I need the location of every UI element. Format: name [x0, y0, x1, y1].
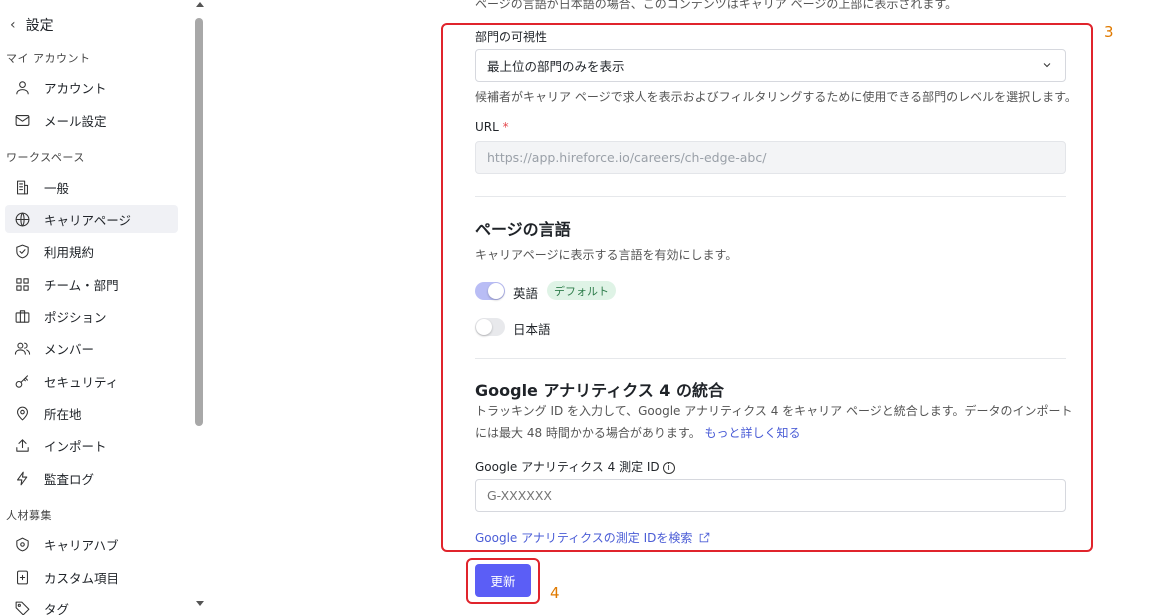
sidebar-item-label: セキュリティ [44, 374, 119, 390]
page-language-description: キャリアページに表示する言語を有効にします。 [475, 248, 738, 262]
sidebar-item-label: キャリアページ [44, 212, 132, 228]
user-icon [14, 79, 31, 96]
external-link-icon [700, 532, 710, 543]
building-icon [14, 179, 31, 196]
ga4-title: Google アナリティクス 4 の統合 [475, 381, 724, 400]
top-content-note: ページの言語が日本語の場合、このコンテンツはキャリア ページの上部に表示されます… [475, 0, 958, 11]
sidebar-item-security[interactable]: セキュリティ [5, 367, 178, 395]
sidebar-scrollbar[interactable] [193, 0, 207, 615]
sidebar-item-locations[interactable]: 所在地 [5, 399, 178, 427]
ga4-search-link[interactable]: Google アナリティクスの測定 IDを検索 [475, 529, 711, 546]
back-to-settings[interactable]: ‹ 設定 [10, 15, 54, 35]
ga4-search-link-text: Google アナリティクスの測定 IDを検索 [475, 531, 693, 545]
toggle-knob [476, 319, 492, 335]
chevron-down-icon [1043, 63, 1051, 68]
scroll-up-arrow-icon[interactable] [196, 2, 204, 7]
department-visibility-value: 最上位の部門のみを表示 [487, 59, 625, 74]
hub-icon [14, 536, 31, 553]
shield-check-icon [14, 243, 31, 260]
default-badge: デフォルト [547, 281, 616, 300]
upload-icon [14, 437, 31, 454]
page-language-title: ページの言語 [475, 220, 571, 239]
grid-icon [14, 276, 31, 293]
sidebar-item-audit-log[interactable]: 監査ログ [5, 464, 178, 492]
scrollbar-thumb[interactable] [195, 18, 203, 426]
sidebar-item-label: 一般 [44, 180, 70, 196]
career-url-field[interactable]: https://app.hireforce.io/careers/ch-edge… [475, 141, 1066, 174]
scroll-down-arrow-icon[interactable] [196, 601, 204, 606]
sidebar-item-label: 所在地 [44, 406, 82, 422]
globe-icon [14, 211, 31, 228]
sidebar-item-label: ポジション [44, 309, 107, 325]
sidebar-item-custom-fields[interactable]: カスタム項目 [5, 563, 178, 591]
sidebar-item-positions[interactable]: ポジション [5, 302, 178, 330]
users-icon [14, 340, 31, 357]
sidebar-item-label: アカウント [44, 80, 107, 96]
section-recruiting: 人材募集 [6, 509, 52, 522]
ga4-field-label-text: Google アナリティクス 4 測定 ID [475, 460, 660, 474]
language-label-english: 英語 [513, 286, 539, 301]
sidebar-item-mail-settings[interactable]: メール設定 [5, 106, 178, 134]
sidebar-item-label: チーム・部門 [44, 277, 119, 293]
section-divider [475, 358, 1066, 359]
department-visibility-help: 候補者がキャリア ページで求人を表示およびフィルタリングするために使用できる部門… [475, 90, 1077, 104]
sidebar-item-label: メンバー [44, 341, 95, 357]
department-visibility-label: 部門の可視性 [475, 30, 548, 44]
settings-title: 設定 [25, 18, 54, 34]
map-pin-icon [14, 405, 31, 422]
sidebar-item-account[interactable]: アカウント [5, 73, 178, 101]
learn-more-link[interactable]: もっと詳しく知る [705, 426, 801, 440]
custom-field-icon [14, 569, 31, 586]
toggle-japanese[interactable] [475, 318, 505, 336]
sidebar-item-label: インポート [44, 438, 107, 454]
sidebar-item-label: キャリアハブ [44, 537, 119, 553]
briefcase-icon [14, 308, 31, 325]
sidebar-item-members[interactable]: メンバー [5, 334, 178, 362]
bolt-icon [14, 470, 31, 487]
sidebar-item-teams[interactable]: チーム・部門 [5, 270, 178, 298]
sidebar-item-label: タグ [44, 601, 70, 615]
info-icon[interactable]: i [662, 461, 675, 474]
mail-icon [14, 112, 31, 129]
sidebar-item-general[interactable]: 一般 [5, 173, 178, 201]
toggle-english[interactable] [475, 282, 505, 300]
update-button[interactable]: 更新 [475, 564, 531, 597]
ga4-description: トラッキング ID を入力して、Google アナリティクス 4 をキャリア ペ… [475, 400, 1075, 444]
sidebar-item-career-hub[interactable]: キャリアハブ [5, 530, 178, 558]
tag-icon [14, 600, 31, 615]
required-mark: * [502, 120, 509, 134]
sidebar-item-career-page[interactable]: キャリアページ [5, 205, 178, 233]
url-label-text: URL [475, 120, 499, 134]
ga4-measurement-id-input[interactable] [475, 479, 1066, 512]
sidebar-item-label: カスタム項目 [44, 570, 120, 586]
url-label: URL * [475, 120, 509, 134]
toggle-knob [488, 283, 504, 299]
department-visibility-select[interactable]: 最上位の部門のみを表示 [475, 49, 1066, 82]
sidebar-item-terms[interactable]: 利用規約 [5, 237, 178, 265]
language-label-japanese: 日本語 [513, 322, 551, 337]
section-workspace: ワークスペース [6, 151, 85, 164]
career-url-value: https://app.hireforce.io/careers/ch-edge… [487, 150, 767, 165]
sidebar-item-import[interactable]: インポート [5, 431, 178, 459]
settings-sidebar: ‹ 設定 マイ アカウント アカウント メール設定 ワークスペース 一般 キャリ… [0, 0, 193, 615]
sidebar-item-label: 監査ログ [44, 471, 95, 487]
section-my-account: マイ アカウント [6, 52, 91, 65]
chevron-left-icon: ‹ [10, 17, 16, 33]
annotation-number-4: 4 [550, 584, 560, 602]
sidebar-item-label: メール設定 [44, 113, 107, 129]
section-divider [475, 196, 1066, 197]
ga4-measurement-id-label: Google アナリティクス 4 測定 ID i [475, 458, 675, 475]
annotation-number-3: 3 [1104, 23, 1114, 41]
sidebar-item-tags[interactable]: タグ [5, 594, 178, 615]
sidebar-item-label: 利用規約 [44, 244, 95, 260]
key-icon [14, 373, 31, 390]
